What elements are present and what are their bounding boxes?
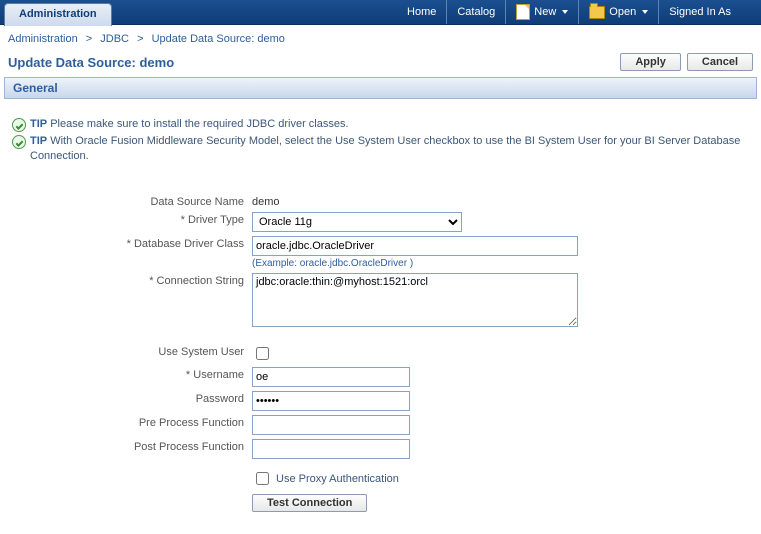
new-label: New [534,0,556,24]
username-input[interactable] [252,367,410,387]
tip-label: TIP [30,135,47,147]
open-menu[interactable]: Open [579,0,659,24]
chevron-down-icon [642,10,648,14]
driver-class-example: (Example: oracle.jdbc.OracleDriver ) [252,258,578,269]
form: Data Source Name demo * Driver Type Orac… [12,194,749,512]
tip-line: TIP Please make sure to install the requ… [12,117,749,132]
connection-string-textarea[interactable]: jdbc:oracle:thin:@myhost:1521:orcl [252,273,578,327]
password-label: Password [12,391,252,405]
connection-string-label: * Connection String [12,273,252,287]
tip-label: TIP [30,118,47,130]
use-system-user-label: Use System User [12,344,252,358]
use-proxy-checkbox[interactable] [256,472,269,485]
signed-in-menu[interactable]: Signed In As [659,0,741,24]
driver-class-input[interactable] [252,236,578,256]
top-links: Home Catalog New Open Signed In As [397,0,761,24]
breadcrumb: Administration > JDBC > Update Data Sour… [0,25,761,49]
breadcrumb-sep: > [86,33,92,45]
admin-tab[interactable]: Administration [4,3,112,26]
breadcrumb-admin[interactable]: Administration [8,33,78,45]
tip-line: TIP With Oracle Fusion Middleware Securi… [12,134,749,164]
chevron-down-icon [562,10,568,14]
use-system-user-checkbox[interactable] [256,347,269,360]
open-label: Open [609,0,636,24]
data-source-name-label: Data Source Name [12,194,252,208]
document-icon [516,4,530,20]
pre-process-label: Pre Process Function [12,415,252,429]
page-title: Update Data Source: demo [8,55,614,70]
test-connection-button[interactable]: Test Connection [252,494,367,512]
new-menu[interactable]: New [506,0,579,24]
tip-text: Please make sure to install the required… [50,118,348,130]
pre-process-input[interactable] [252,415,410,435]
driver-type-label: * Driver Type [12,212,252,226]
breadcrumb-current: Update Data Source: demo [152,33,285,45]
title-bar: Update Data Source: demo Apply Cancel [0,49,761,77]
signed-in-label: Signed In As [669,0,731,24]
section-general-header: General [4,77,757,99]
breadcrumb-jdbc[interactable]: JDBC [100,33,129,45]
apply-button[interactable]: Apply [620,53,681,71]
username-label: * Username [12,367,252,381]
cancel-button[interactable]: Cancel [687,53,753,71]
breadcrumb-sep: > [137,33,143,45]
driver-class-label: * Database Driver Class [12,236,252,250]
driver-type-select[interactable]: Oracle 11g [252,212,462,232]
password-input[interactable] [252,391,410,411]
check-icon [12,135,26,149]
tip-text: With Oracle Fusion Middleware Security M… [30,135,740,162]
use-proxy-label: Use Proxy Authentication [276,473,399,485]
section-general-body: TIP Please make sure to install the requ… [0,99,761,534]
data-source-name-value: demo [252,194,280,208]
check-icon [12,118,26,132]
home-link[interactable]: Home [397,0,447,24]
post-process-input[interactable] [252,439,410,459]
top-navbar: Administration Home Catalog New Open Sig… [0,0,761,25]
folder-icon [589,6,605,19]
post-process-label: Post Process Function [12,439,252,453]
catalog-link[interactable]: Catalog [447,0,506,24]
